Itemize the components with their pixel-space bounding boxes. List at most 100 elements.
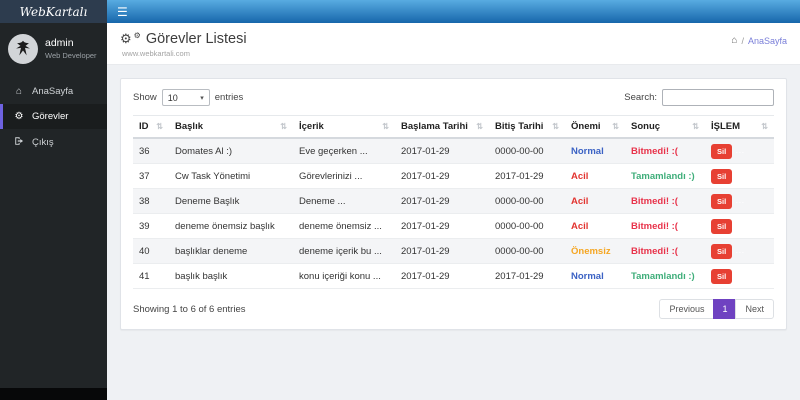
brand-logo[interactable]: WebKartalı xyxy=(0,0,107,23)
sort-icon: ⇅ xyxy=(552,122,559,131)
pagination-previous-button[interactable]: Previous xyxy=(659,299,715,319)
sign-out-icon xyxy=(13,136,25,149)
pagination-page-1-button[interactable]: 1 xyxy=(713,299,737,319)
search-input[interactable] xyxy=(662,89,774,106)
cell-baslama-tarihi: 2017-01-29 xyxy=(395,137,489,164)
breadcrumb-separator: / xyxy=(741,36,744,46)
column-label: Bitiş Tarihi xyxy=(495,121,544,132)
cell-baslik: başlıklar deneme xyxy=(169,238,293,264)
cell-icerik: Görevlerinizi ... xyxy=(293,163,395,189)
home-icon: ⌂ xyxy=(731,35,738,46)
cell-onemi: Acil xyxy=(565,188,625,214)
delete-button[interactable]: Sil xyxy=(711,193,733,209)
cell-id: 37 xyxy=(133,163,169,189)
sidebar-item-cikis[interactable]: Çıkış xyxy=(0,129,107,156)
table-row: 38 Deneme Başlık Deneme ... 2017-01-29 0… xyxy=(133,188,774,214)
column-label: İçerik xyxy=(299,121,324,132)
pagination: Previous 1 Next xyxy=(659,299,774,319)
cell-icerik: Eve geçerken ... xyxy=(293,137,395,164)
tasks-card: Show 10 ▾ entries Search: ID ⇅ Başlık ⇅ … xyxy=(120,78,787,330)
sort-icon: ⇅ xyxy=(280,122,287,131)
cell-islem: Sil Düzenle xyxy=(705,263,774,289)
cell-icerik: Deneme ... xyxy=(293,188,395,214)
sort-icon: ⇅ xyxy=(382,122,389,131)
cell-islem: Sil Düzenle xyxy=(705,163,774,189)
table-row: 39 deneme önemsiz başlık deneme önemsiz … xyxy=(133,213,774,239)
breadcrumb-link-anasayfa[interactable]: AnaSayfa xyxy=(748,36,787,46)
delete-button[interactable]: Sil xyxy=(711,143,733,159)
column-header-baslik[interactable]: Başlık ⇅ xyxy=(169,115,293,139)
cell-baslik: Deneme Başlık xyxy=(169,188,293,214)
user-info: admin Web Developer xyxy=(45,37,97,61)
sidebar-nav: ⌂ AnaSayfa ⚙ Görevler Çıkış xyxy=(0,79,107,388)
column-header-onemi[interactable]: Önemi ⇅ xyxy=(565,115,625,139)
sort-icon: ⇅ xyxy=(692,122,699,131)
sidebar-item-label: AnaSayfa xyxy=(32,86,74,97)
cell-baslik: deneme önemsiz başlık xyxy=(169,213,293,239)
avatar xyxy=(8,34,38,64)
column-header-id[interactable]: ID ⇅ xyxy=(133,115,169,139)
breadcrumb: ⌂ / AnaSayfa xyxy=(731,35,787,47)
table-row: 41 başlık başlık konu içeriği konu ... 2… xyxy=(133,263,774,289)
search-control: Search: xyxy=(624,89,774,106)
sort-icon: ⇅ xyxy=(761,122,768,131)
content-area: Show 10 ▾ entries Search: ID ⇅ Başlık ⇅ … xyxy=(107,65,800,400)
sidebar-item-label: Çıkış xyxy=(32,137,54,148)
cell-sonuc: Bitmedi! :( xyxy=(625,238,705,264)
page-subtitle: www.webkartali.com xyxy=(122,49,190,58)
gears-icon: ⚙ xyxy=(120,31,132,46)
pagination-next-button[interactable]: Next xyxy=(735,299,774,319)
column-header-baslama-tarihi[interactable]: Başlama Tarihi ⇅ xyxy=(395,115,489,139)
cell-onemi: Normal xyxy=(565,137,625,164)
cell-islem: Sil Düzenle xyxy=(705,213,774,239)
cell-icerik: deneme önemsiz ... xyxy=(293,213,395,239)
cell-baslama-tarihi: 2017-01-29 xyxy=(395,263,489,289)
sidebar-item-gorevler[interactable]: ⚙ Görevler xyxy=(0,104,107,129)
cell-sonuc: Bitmedi! :( xyxy=(625,137,705,164)
page-length-select[interactable]: 10 ▾ xyxy=(161,89,210,106)
delete-button[interactable]: Sil xyxy=(711,168,733,184)
cell-sonuc: Tamamlandı :) xyxy=(625,163,705,189)
gear-small-icon: ⚙ xyxy=(133,31,141,40)
column-label: İŞLEM xyxy=(711,121,741,132)
cell-baslama-tarihi: 2017-01-29 xyxy=(395,163,489,189)
cell-baslama-tarihi: 2017-01-29 xyxy=(395,238,489,264)
cell-baslama-tarihi: 2017-01-29 xyxy=(395,188,489,214)
hamburger-menu-icon[interactable]: ☰ xyxy=(117,6,128,18)
table-row: 36 Domates Al :) Eve geçerken ... 2017-0… xyxy=(133,137,774,164)
cell-onemi: Önemsiz xyxy=(565,238,625,264)
entries-label: entries xyxy=(214,92,244,103)
table-controls: Show 10 ▾ entries Search: xyxy=(133,89,774,106)
column-header-sonuc[interactable]: Sonuç ⇅ xyxy=(625,115,705,139)
cell-baslama-tarihi: 2017-01-29 xyxy=(395,213,489,239)
delete-button[interactable]: Sil xyxy=(711,243,733,259)
delete-button[interactable]: Sil xyxy=(711,218,733,234)
page-length-value: 10 xyxy=(167,92,178,103)
table-footer: Showing 1 to 6 of 6 entries Previous 1 N… xyxy=(133,299,774,319)
delete-button[interactable]: Sil xyxy=(711,268,733,284)
column-header-islem[interactable]: İŞLEM ⇅ xyxy=(705,115,774,139)
sort-icon: ⇅ xyxy=(156,122,163,131)
entries-summary: Showing 1 to 6 of 6 entries xyxy=(133,303,246,315)
column-label: Sonuç xyxy=(631,121,661,132)
cell-icerik: deneme içerik bu ... xyxy=(293,238,395,264)
cell-bitis-tarihi: 0000-00-00 xyxy=(489,238,565,264)
user-role: Web Developer xyxy=(45,51,97,61)
page-title: Görevler Listesi xyxy=(145,31,247,47)
cell-bitis-tarihi: 0000-00-00 xyxy=(489,137,565,164)
top-navbar: ☰ xyxy=(107,0,800,23)
cell-islem: Sil Düzenle xyxy=(705,238,774,264)
sidebar-item-anasayfa[interactable]: ⌂ AnaSayfa xyxy=(0,79,107,104)
eagle-logo-icon xyxy=(16,40,30,56)
column-label: Başlama Tarihi xyxy=(401,121,468,132)
column-header-icerik[interactable]: İçerik ⇅ xyxy=(293,115,395,139)
cell-id: 36 xyxy=(133,137,169,164)
main-column: ☰ ⚙ ⚙ Görevler Listesi www.webkartali.co… xyxy=(107,0,800,400)
cell-baslik: Cw Task Yönetimi xyxy=(169,163,293,189)
cell-bitis-tarihi: 0000-00-00 xyxy=(489,188,565,214)
cell-bitis-tarihi: 2017-01-29 xyxy=(489,163,565,189)
cell-islem: Sil Düzenle xyxy=(705,137,774,164)
chevron-down-icon: ▾ xyxy=(200,94,204,102)
column-header-bitis-tarihi[interactable]: Bitiş Tarihi ⇅ xyxy=(489,115,565,139)
cell-bitis-tarihi: 2017-01-29 xyxy=(489,263,565,289)
